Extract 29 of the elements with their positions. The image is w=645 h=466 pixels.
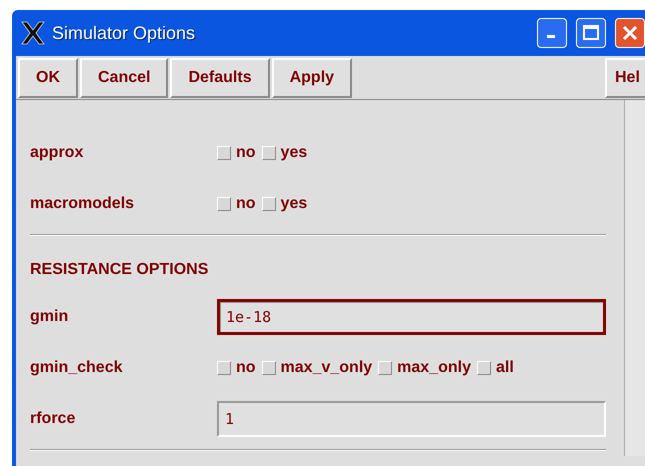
- maximize-icon[interactable]: [582, 24, 600, 42]
- help-button[interactable]: Hel: [605, 58, 645, 98]
- option-label: rforce: [30, 410, 76, 428]
- maximize-button[interactable]: [576, 18, 606, 48]
- option-label: macromodels: [30, 194, 136, 212]
- checkbox[interactable]: yes: [262, 144, 308, 162]
- scrollbar[interactable]: [624, 100, 645, 456]
- close-button[interactable]: [615, 18, 645, 48]
- checkbox[interactable]: no: [217, 358, 256, 376]
- close-icon[interactable]: [621, 24, 639, 42]
- option-label: gmin: [30, 308, 70, 326]
- option-label: gmin_check: [30, 358, 124, 376]
- toolbar-button[interactable]: Defaults: [170, 58, 270, 98]
- checkbox[interactable]: yes: [262, 194, 308, 212]
- section-heading: RESISTANCE OPTIONS: [30, 260, 210, 280]
- checkbox[interactable]: all: [476, 358, 514, 376]
- checkbox[interactable]: no: [217, 194, 256, 212]
- input-field[interactable]: 1: [217, 400, 606, 436]
- checkbox[interactable]: max_only: [378, 358, 471, 376]
- checkbox[interactable]: max_v_only: [262, 358, 372, 376]
- checkbox[interactable]: no: [217, 144, 256, 162]
- option-label: approx: [30, 144, 84, 162]
- toolbar-button[interactable]: Cancel: [80, 58, 168, 98]
- toolbar-button[interactable]: Apply: [272, 58, 352, 98]
- x-logo-icon: [20, 21, 46, 45]
- toolbar-button[interactable]: OK: [18, 58, 78, 98]
- input-field[interactable]: 1e-18: [217, 298, 606, 334]
- minimize-button[interactable]: [537, 18, 567, 48]
- window-title: Simulator Options: [52, 22, 196, 44]
